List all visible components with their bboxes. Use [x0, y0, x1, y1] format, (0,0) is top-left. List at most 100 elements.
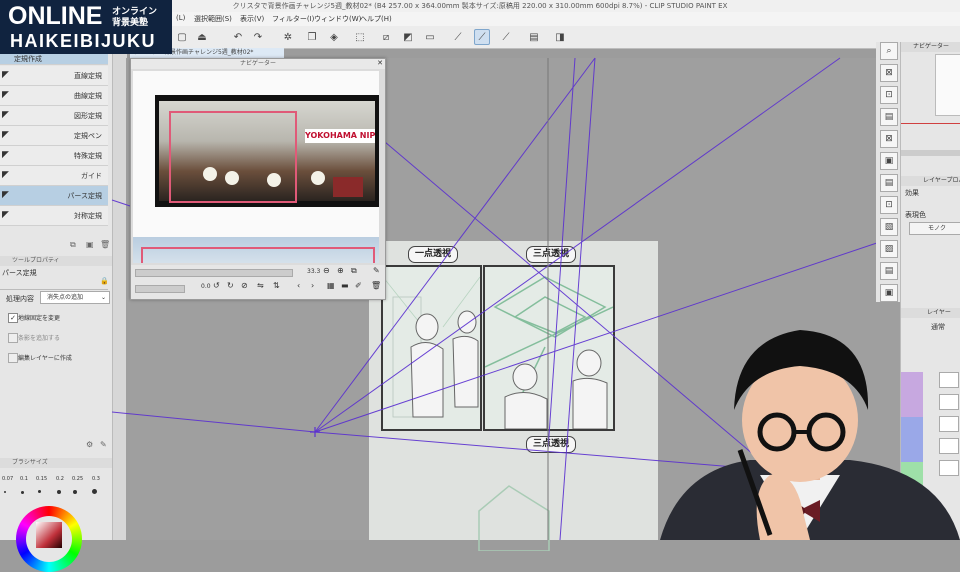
express-color-select[interactable]: モノク [909, 222, 960, 235]
close-icon[interactable]: ✕ [377, 59, 383, 67]
save-icon[interactable]: ⏏ [194, 29, 210, 45]
express-color-value: モノク [928, 225, 947, 232]
next-icon[interactable]: › [311, 281, 314, 290]
snap-special-ruler-icon[interactable]: ⟋ [474, 29, 490, 45]
brush-size-value[interactable]: 0.1 [20, 476, 28, 482]
zoom-slider[interactable] [135, 269, 293, 277]
brush-size-value[interactable]: 0.3 [92, 476, 100, 482]
ruler-show-icon[interactable]: ▤ [526, 29, 542, 45]
sub-tool-straight-ruler[interactable]: ◤ 直線定規 [0, 66, 108, 86]
snap-grid-icon[interactable]: ⟋ [498, 29, 514, 45]
brush-size-value[interactable]: 0.15 [36, 476, 47, 482]
sub-tool-label: 図形定規 [74, 112, 102, 120]
panel-icon[interactable]: ⊡ [880, 86, 898, 104]
menu-item-filter[interactable]: フィルター(I) [272, 14, 314, 24]
navigator-tab[interactable]: ナビゲーター [901, 42, 960, 52]
panel-icon[interactable]: ⊡ [880, 196, 898, 214]
zoom-out-icon[interactable]: ⊖ [323, 266, 330, 275]
rotate-left-icon[interactable]: ↺ [213, 281, 220, 290]
duplicate-icon[interactable]: ▣ [86, 240, 94, 249]
new-file-icon[interactable]: ▢ [174, 29, 190, 45]
fit-icon[interactable]: ⧉ [351, 266, 357, 276]
sub-tool-label: ガイド [81, 172, 102, 180]
view-frame[interactable] [169, 111, 297, 203]
lock-icon[interactable]: 🔒 [100, 277, 109, 285]
fill-icon[interactable]: ◈ [326, 29, 342, 45]
brush-size-value[interactable]: 0.2 [56, 476, 64, 482]
snap-ruler-icon[interactable]: ⟋ [450, 29, 466, 45]
sub-tool-group-label: 定規作成 [14, 55, 42, 63]
add-sub-tool-icon[interactable]: ⧉ [70, 240, 76, 250]
checkbox-create-on-layer[interactable] [8, 353, 18, 363]
rotate-right-icon[interactable]: ↻ [227, 281, 234, 290]
logo-online-text: ONLINE [8, 2, 103, 30]
redo-icon[interactable]: ↷ [250, 29, 266, 45]
eyedropper-icon[interactable]: ✎ [373, 266, 380, 275]
flip-icon[interactable]: ⇋ [257, 281, 264, 290]
panel-three-point [483, 265, 615, 431]
sub-tool-special-ruler[interactable]: ◤ 特殊定規 [0, 146, 108, 166]
brush-size-value[interactable]: 0.07 [2, 476, 13, 482]
brush-size-value[interactable]: 0.25 [72, 476, 83, 482]
transform-icon[interactable]: ⬚ [352, 29, 368, 45]
navigator-window[interactable]: ナビゲーター ✕ YOKOHAMA NIPPON 33.3 ⊖ ⊕ ⧉ ✎ 0.… [130, 58, 386, 300]
layer-property-tab[interactable]: レイヤープロパティ [901, 176, 960, 186]
tool-property-name: パース定規 [2, 269, 37, 277]
process-select[interactable]: 消失点の追加 ⌄ [40, 291, 110, 304]
copy-icon[interactable]: ❐ [304, 29, 320, 45]
settings-icon[interactable]: ✲ [280, 29, 296, 45]
panel-icon[interactable]: ⊠ [880, 130, 898, 148]
checkbox-add-guide[interactable] [8, 333, 18, 343]
panel-icon[interactable]: ▤ [880, 108, 898, 126]
panel-icon[interactable]: ⊠ [880, 64, 898, 82]
menu-item-select[interactable]: 選択範囲(S) [194, 14, 232, 24]
grid-icon[interactable]: ▦ [327, 281, 335, 290]
ruler-icon: ◤ [2, 130, 9, 140]
wrench-icon[interactable]: ✎ [100, 440, 107, 449]
effect-label: 効果 [905, 189, 919, 197]
thumbnail-slider[interactable] [901, 150, 960, 156]
zoom-in-icon[interactable]: ⊕ [337, 266, 344, 275]
navigator-thumbnail[interactable] [935, 54, 960, 116]
flip-vertical-icon[interactable]: ⇅ [273, 281, 280, 290]
manga-page[interactable]: 一点透視 三点透視 三点透視 [369, 241, 658, 551]
deselect-icon[interactable]: ⧄ [378, 29, 394, 45]
mirror-icon[interactable]: ◨ [552, 29, 568, 45]
edit-icon[interactable]: ✐ [355, 281, 362, 290]
rotate-slider[interactable] [135, 285, 185, 293]
menu-item[interactable]: (L) [176, 14, 185, 22]
menu-item-view[interactable]: 表示(V) [240, 14, 264, 24]
menu-item-help[interactable]: ヘルプ(H) [360, 14, 392, 24]
panel-divider[interactable] [112, 48, 127, 540]
navigator-preview[interactable]: YOKOHAMA NIPPON [133, 71, 379, 263]
prev-icon[interactable]: ‹ [297, 281, 300, 290]
color-square[interactable] [36, 522, 62, 548]
panel-icon[interactable]: ▧ [880, 218, 898, 236]
sub-tool-ruler-pen[interactable]: ◤ 定規ペン [0, 126, 108, 146]
panel-icon[interactable]: ▨ [880, 240, 898, 258]
sub-tool-curve-ruler[interactable]: ◤ 曲線定規 [0, 86, 108, 106]
menu-item-window[interactable]: ウィンドウ(W) [314, 14, 361, 24]
navigator-title[interactable]: ナビゲーター [131, 59, 385, 69]
caption-one-point: 一点透視 [408, 246, 459, 263]
panel-icon[interactable]: ▣ [880, 152, 898, 170]
settings-icon[interactable]: ⚙ [86, 440, 93, 449]
zoom-value: 33.3 [307, 268, 321, 275]
checkbox-fix-eyeline[interactable]: ✓ [8, 313, 18, 323]
folder-icon[interactable]: ▬ [341, 281, 349, 290]
sub-tool-perspective-ruler[interactable]: ◤ パース定規 [0, 186, 108, 206]
crop-icon[interactable]: ▭ [422, 29, 438, 45]
sub-tool-guide[interactable]: ◤ ガイド [0, 166, 108, 186]
delete-icon[interactable]: 🗑 [100, 240, 110, 249]
panel-icon[interactable]: ▤ [880, 174, 898, 192]
invert-icon[interactable]: ◩ [400, 29, 416, 45]
sub-tool-figure-ruler[interactable]: ◤ 図形定規 [0, 106, 108, 126]
color-wheel[interactable] [16, 506, 82, 572]
reset-icon[interactable]: ⊘ [241, 281, 248, 290]
trash-icon[interactable]: 🗑 [371, 281, 381, 290]
panel-icon[interactable]: ▤ [880, 262, 898, 280]
search-icon[interactable]: ⌕ [880, 42, 898, 60]
sub-tool-symmetry-ruler[interactable]: ◤ 対称定規 [0, 206, 108, 226]
sub-tool-label: 曲線定規 [74, 92, 102, 100]
undo-icon[interactable]: ↶ [230, 29, 246, 45]
